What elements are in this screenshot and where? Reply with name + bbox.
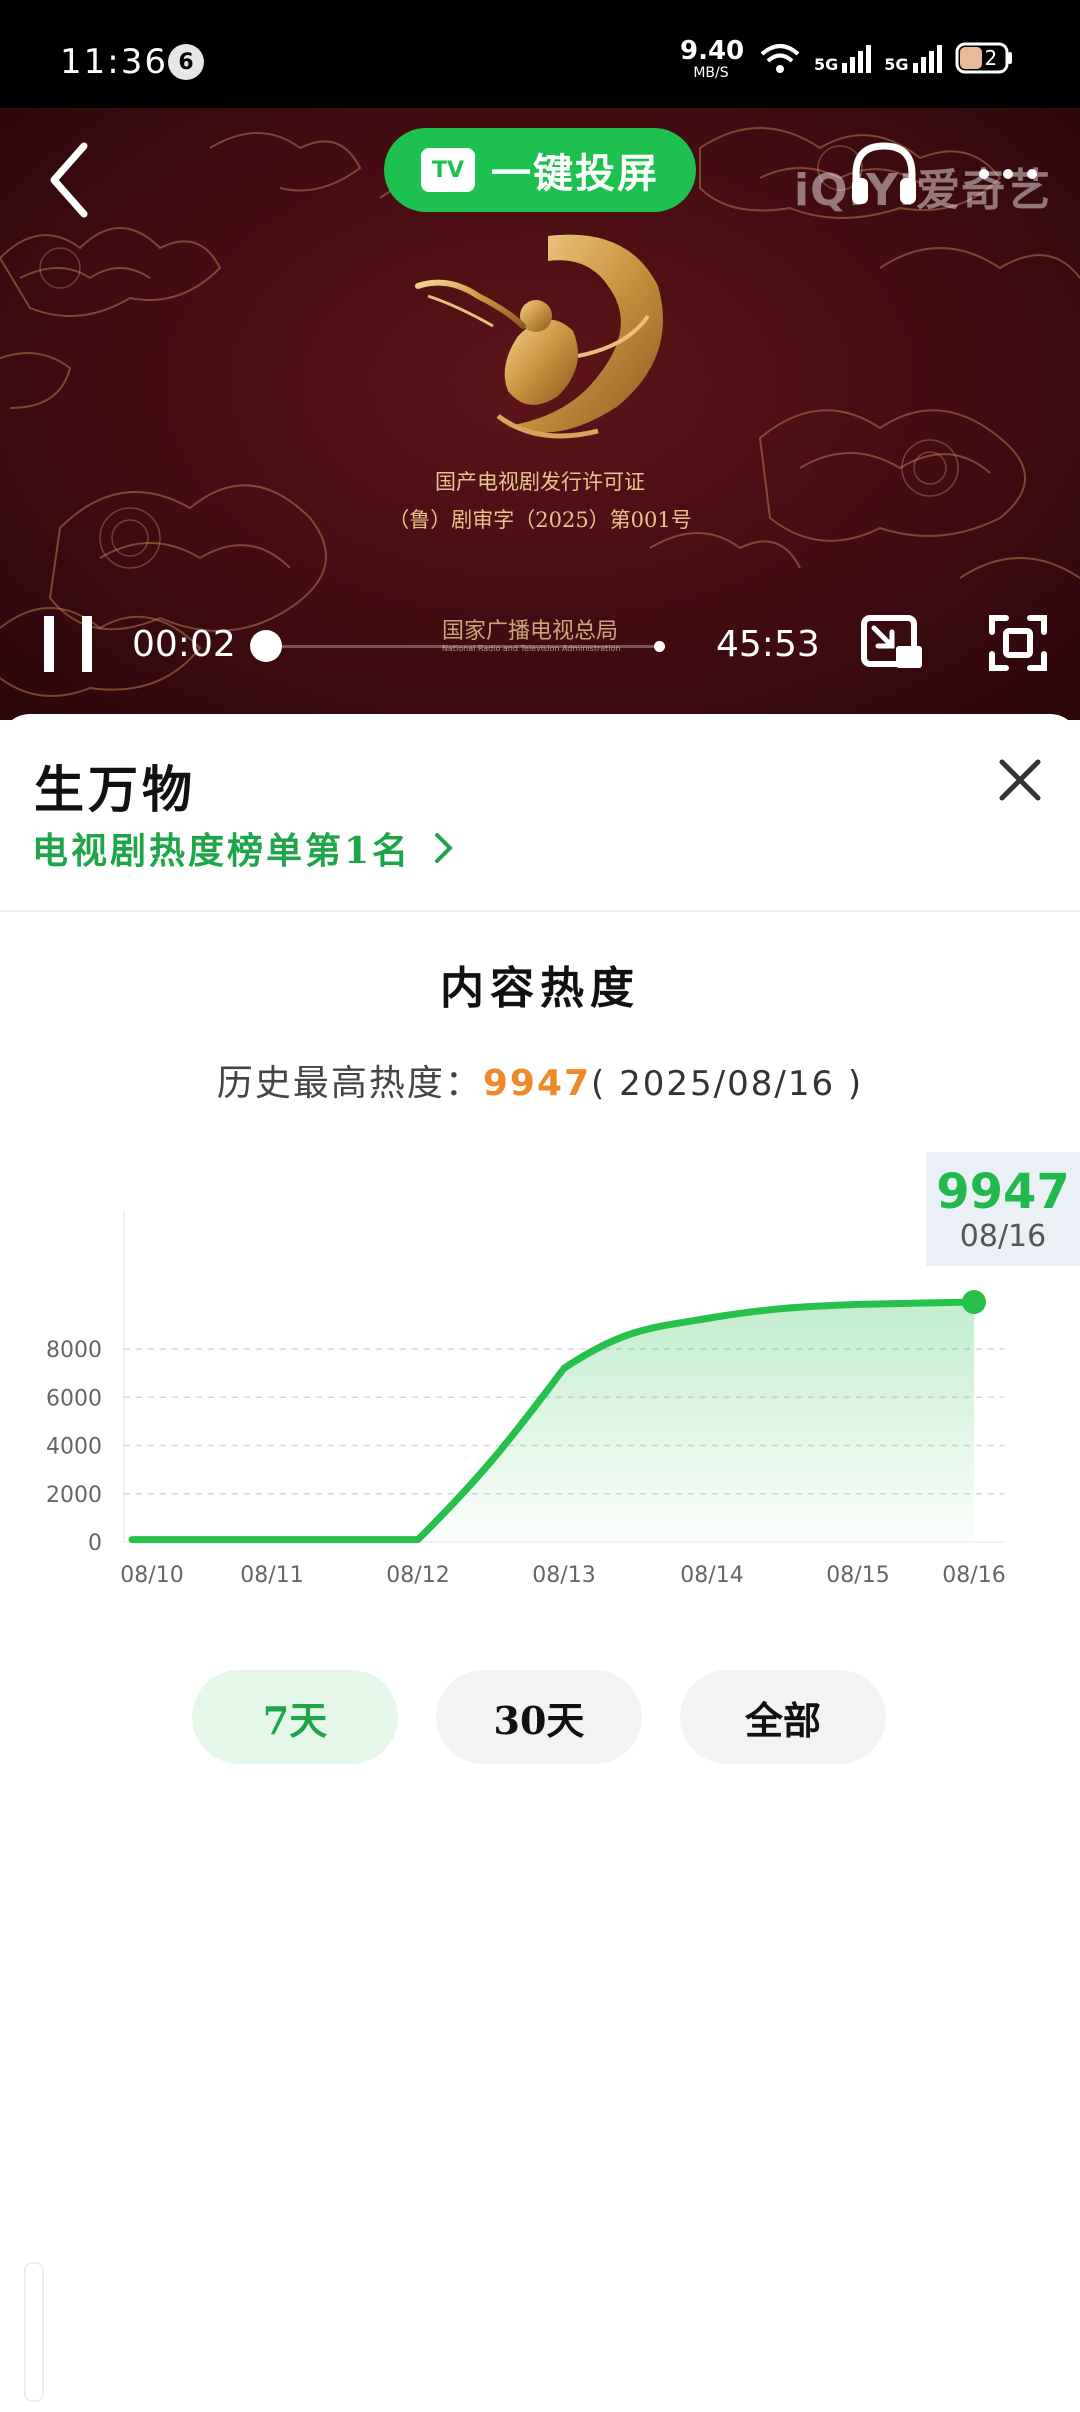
current-time: 00:02	[132, 624, 236, 665]
drama-title: 生万物	[34, 760, 196, 819]
pause-button[interactable]	[44, 616, 94, 672]
headphone-icon[interactable]	[848, 138, 920, 208]
sim1-signal: 5G	[814, 43, 872, 73]
divider	[0, 910, 1080, 912]
range-all-button[interactable]: 全部	[680, 1670, 886, 1764]
battery-icon: 2	[955, 40, 1015, 76]
authority-name-cn: 国家广播电视总局	[442, 619, 619, 644]
heat-trend-chart: 0 2000 4000 6000 8000 08/10 08/11 08/12 08/13 08/…	[46, 1212, 1006, 1588]
sim2-signal: 5G	[884, 43, 942, 73]
chart-tooltip: 9947 08/16	[926, 1152, 1080, 1266]
signal-bars-icon	[912, 45, 942, 73]
x-tick-label: 08/11	[240, 1563, 303, 1588]
tv-icon: TV	[421, 148, 475, 192]
network-speed-value: 9.40	[680, 36, 745, 66]
x-tick-label: 08/15	[826, 1563, 889, 1588]
pause-bar-left	[44, 616, 54, 672]
x-tick-label: 08/13	[532, 1563, 595, 1588]
network-speed-unit: MB/S	[693, 65, 729, 81]
x-tick-label: 08/14	[680, 1563, 743, 1588]
rank-list-link[interactable]: 电视剧热度榜单第1名	[32, 822, 455, 874]
picture-in-picture-icon[interactable]	[860, 614, 924, 672]
progress-bar[interactable]	[266, 645, 662, 648]
sim2-label: 5G	[884, 55, 909, 74]
range-7-days-button[interactable]: 7天	[192, 1670, 398, 1764]
peak-heat-prefix: 历史最高热度：	[216, 1063, 483, 1104]
notification-count-badge: 6	[168, 44, 204, 80]
heat-area-fill	[132, 1302, 974, 1542]
total-time: 45:53	[716, 624, 820, 665]
video-player[interactable]: TV 一键投屏 iQIYI爱奇艺 国产电视剧发行许可证 （鲁）剧审字（2025）…	[0, 108, 1080, 720]
tooltip-date: 08/16	[959, 1219, 1047, 1254]
battery-level: 2	[984, 46, 998, 70]
cast-to-tv-button[interactable]: TV 一键投屏	[384, 128, 696, 212]
y-tick-label: 8000	[46, 1338, 102, 1363]
network-speed: 9.40 MB/S	[680, 36, 745, 81]
wifi-icon	[760, 44, 800, 73]
section-title: 内容热度	[440, 963, 640, 1014]
range-30-days-button[interactable]: 30天	[436, 1670, 642, 1764]
sim1-label: 5G	[814, 55, 839, 74]
license-line-1: 国产电视剧发行许可证	[435, 470, 645, 494]
back-arrow-icon[interactable]	[44, 140, 94, 220]
y-tick-label: 0	[88, 1531, 102, 1556]
progress-end-dot	[654, 641, 665, 652]
status-bar: 11:36 6 9.40 MB/S 5G 5G 2	[0, 0, 1080, 108]
x-tick-label: 08/10	[120, 1563, 183, 1588]
status-icons: 5G 5G 2	[758, 36, 1015, 80]
cast-to-tv-label: 一键投屏	[491, 150, 659, 197]
peak-heat-value: 9947	[482, 1063, 592, 1104]
x-tick-label: 08/16	[942, 1563, 1005, 1588]
signal-bars-icon	[842, 45, 872, 73]
y-tick-label: 4000	[46, 1435, 102, 1460]
flying-apsara-emblem	[415, 234, 663, 439]
pause-bar-right	[82, 616, 92, 672]
chevron-right-icon	[434, 833, 453, 863]
x-tick-label: 08/12	[386, 1563, 449, 1588]
highlight-point	[962, 1290, 986, 1315]
peak-heat-line: 历史最高热度：9947( 2025/08/16 )	[0, 1054, 1080, 1106]
close-icon[interactable]	[996, 756, 1044, 804]
y-tick-label: 2000	[46, 1483, 102, 1508]
peak-heat-date: ( 2025/08/16 )	[591, 1064, 864, 1104]
tooltip-value: 9947	[936, 1164, 1070, 1220]
license-line-2: （鲁）剧审字（2025）第001号	[388, 508, 692, 532]
more-options-icon[interactable]	[976, 168, 1040, 180]
iqiyi-logo: iQIYI爱奇艺	[794, 165, 1052, 216]
scroll-handle[interactable]	[24, 2262, 44, 2402]
status-time: 11:36	[60, 42, 168, 82]
y-tick-label: 6000	[46, 1386, 102, 1411]
rank-list-label: 电视剧热度榜单第1名	[32, 830, 412, 872]
fullscreen-icon[interactable]	[988, 614, 1048, 672]
